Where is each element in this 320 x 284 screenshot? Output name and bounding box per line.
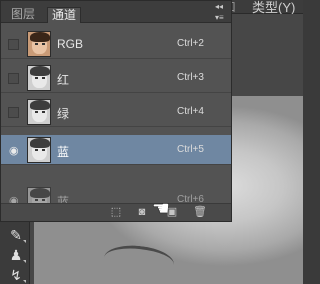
- brush-tool-icon[interactable]: ✎: [6, 226, 26, 244]
- channel-name: RGB: [57, 37, 84, 51]
- stamp-tool-icon[interactable]: ♟: [6, 246, 26, 264]
- channel-shortcut: Ctrl+4: [177, 106, 204, 117]
- channel-name: 蓝: [57, 145, 70, 159]
- history-brush-tool-icon[interactable]: ↯: [6, 266, 26, 284]
- channel-thumbnail: [27, 137, 51, 163]
- channels-panel: 图层 通道 ◂◂ ▾≡ RGB Ctrl+2 红 Ctrl+3 绿 Ctrl+4…: [0, 0, 232, 222]
- visibility-toggle[interactable]: [8, 73, 19, 84]
- channel-row-red[interactable]: 红 Ctrl+3: [1, 63, 231, 93]
- panel-footer: ⬚ ◙ ▣ 🗑: [1, 203, 231, 221]
- eye-icon[interactable]: ◉: [8, 145, 19, 157]
- channel-name: 绿: [57, 107, 70, 121]
- hand-cursor-icon: ☚: [152, 198, 170, 220]
- load-selection-icon[interactable]: ⬚: [109, 206, 123, 219]
- tab-layers[interactable]: 图层: [7, 7, 39, 23]
- channel-shortcut: Ctrl+5: [177, 144, 204, 155]
- channel-thumbnail: [27, 31, 51, 57]
- tab-channels[interactable]: 通道: [47, 7, 82, 23]
- visibility-toggle[interactable]: [8, 107, 19, 118]
- collapse-panel-icon[interactable]: ◂◂: [215, 2, 223, 11]
- channel-name: 红: [57, 73, 70, 87]
- channel-row-green[interactable]: 绿 Ctrl+4: [1, 97, 231, 127]
- photo-eye: [102, 242, 176, 280]
- channel-thumbnail: [27, 65, 51, 91]
- channel-thumbnail: [27, 99, 51, 125]
- visibility-toggle[interactable]: [8, 39, 19, 50]
- channel-row-rgb[interactable]: RGB Ctrl+2: [1, 29, 231, 59]
- panel-tab-bar: 图层 通道 ◂◂ ▾≡: [1, 1, 231, 23]
- channel-row-blue[interactable]: ◉ 蓝 Ctrl+5: [1, 135, 231, 165]
- channel-shortcut: Ctrl+3: [177, 72, 204, 83]
- delete-channel-icon[interactable]: 🗑: [193, 206, 207, 219]
- channel-shortcut: Ctrl+2: [177, 38, 204, 49]
- save-selection-icon[interactable]: ◙: [135, 206, 149, 219]
- panel-menu-icon[interactable]: ▾≡: [215, 13, 224, 22]
